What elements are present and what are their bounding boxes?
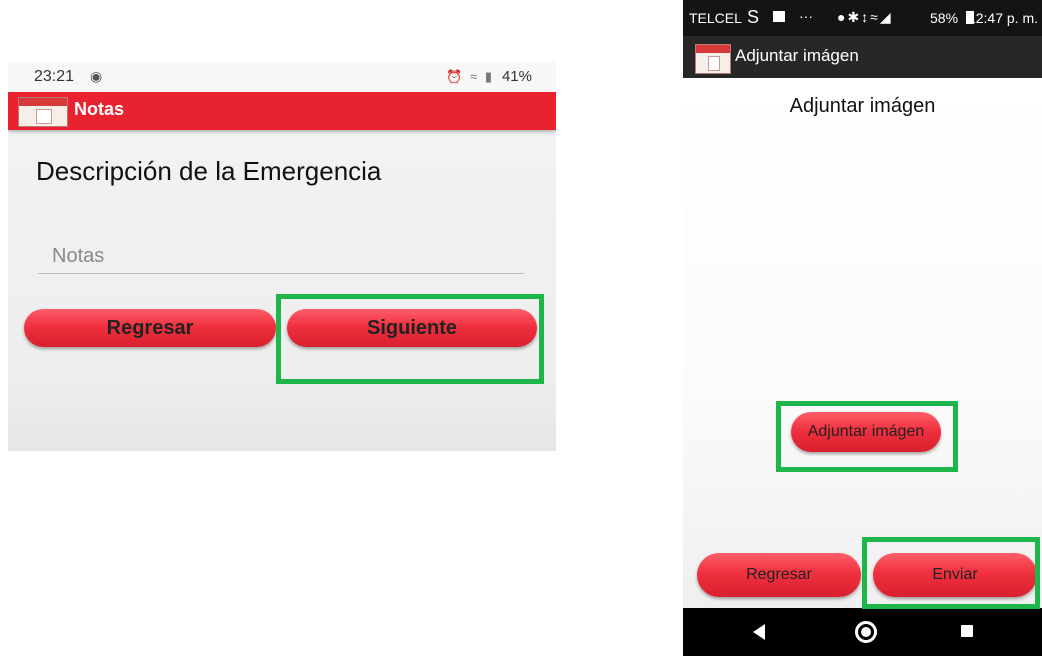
notes-screen: 23:21 ◉ ⏰ ≈ ▮ 41% Notas Descripción de l…: [8, 62, 556, 451]
back-button[interactable]: Regresar: [697, 553, 861, 597]
status-time: 23:21: [34, 68, 75, 85]
alarm-wifi-signal-icons: ⏰ ≈ ▮: [446, 69, 494, 84]
back-icon[interactable]: [753, 624, 765, 640]
battery-level: 41%: [501, 68, 532, 85]
home-icon[interactable]: [855, 621, 877, 643]
app-logo: [18, 97, 68, 127]
page-title: Descripción de la Emergencia: [36, 156, 382, 186]
notes-input[interactable]: [38, 240, 524, 274]
highlight-next-button: [276, 294, 544, 384]
back-button[interactable]: Regresar: [24, 309, 276, 347]
status-time: 12:47 p. m.: [967, 10, 1038, 26]
app-bar: Adjuntar imágen: [683, 36, 1042, 78]
app-logo: [695, 44, 731, 74]
carrier-s-icon: S: [747, 7, 760, 27]
location-bluetooth-wifi-signal-icons: ●✱↕≈◢: [837, 9, 893, 25]
carrier-name: TELCEL: [689, 10, 742, 26]
highlight-attach-button: [776, 401, 958, 472]
highlight-send-button: [862, 537, 1040, 609]
content-area: [683, 78, 1042, 608]
navigation-bar: [683, 608, 1042, 656]
shield-check-icon: ◉: [90, 68, 103, 84]
app-bar: Notas: [8, 92, 556, 130]
app-bar-title: Notas: [74, 99, 125, 119]
status-bar: 23:21 ◉ ⏰ ≈ ▮ 41%: [8, 62, 556, 92]
battery-level: 58%: [930, 10, 959, 26]
page-title: Adjuntar imágen: [789, 95, 936, 117]
more-notifications-icon: ···: [799, 8, 813, 24]
recent-apps-icon[interactable]: [961, 625, 973, 637]
status-bar: TELCEL S ··· ●✱↕≈◢ 58% 12:47 p. m.: [683, 0, 1042, 36]
app-bar-title: Adjuntar imágen: [735, 46, 859, 65]
image-notification-icon: [773, 11, 785, 22]
